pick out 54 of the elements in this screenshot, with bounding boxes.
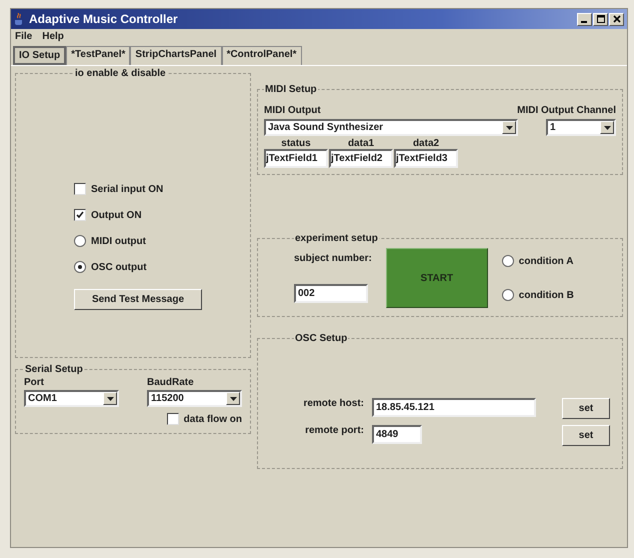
subject-number-field[interactable]: 002: [294, 284, 368, 303]
coffee-cup-icon: [14, 12, 24, 26]
menu-item[interactable]: File: [15, 31, 32, 42]
tab[interactable]: StripChartsPanel: [130, 46, 222, 65]
channel-dropdown[interactable]: 1: [546, 119, 616, 136]
midi-output-label: MIDI Output: [264, 105, 321, 116]
port-label: Port: [24, 377, 45, 388]
set-button[interactable]: set: [562, 425, 610, 446]
option-label: Serial input ON: [91, 184, 164, 194]
field-label: remote port:: [304, 425, 364, 436]
checkbox[interactable]: [74, 183, 86, 195]
minimize-icon[interactable]: [577, 12, 592, 26]
maximize-icon[interactable]: [593, 12, 608, 26]
input-field[interactable]: 4849: [372, 425, 422, 444]
panel-title: Serial Setup: [24, 364, 84, 375]
baud-rate-label: BaudRate: [147, 377, 195, 388]
subject-number-label: subject number:: [294, 253, 372, 264]
field-label: status: [281, 138, 311, 149]
checkbox[interactable]: [166, 413, 179, 425]
option-label: MIDI output: [91, 236, 146, 246]
midi-output-dropdown[interactable]: Java Sound Synthesizer: [264, 119, 518, 136]
radio-button[interactable]: [502, 289, 514, 301]
port-dropdown[interactable]: COM1: [24, 390, 119, 407]
input-field[interactable]: jTextField3: [394, 149, 458, 168]
option-label: Output ON: [91, 210, 142, 220]
tab[interactable]: *ControlPanel*: [222, 46, 302, 65]
tab[interactable]: *TestPanel*: [66, 46, 130, 65]
radio-button[interactable]: [74, 261, 86, 273]
field-label: data2: [412, 138, 440, 149]
input-field[interactable]: jTextField2: [329, 149, 393, 168]
start-button[interactable]: START: [386, 248, 488, 308]
checkbox[interactable]: [74, 209, 86, 221]
panel-title: experiment setup: [294, 233, 379, 244]
radio-button[interactable]: [502, 255, 514, 267]
option-label: condition B: [518, 290, 574, 300]
set-button[interactable]: set: [562, 398, 610, 419]
option-label: OSC output: [91, 262, 147, 272]
field-label: data1: [348, 138, 374, 149]
panel-title: MIDI Setup: [264, 84, 318, 95]
tab[interactable]: IO Setup: [13, 46, 66, 65]
baud-rate-dropdown[interactable]: 115200: [147, 390, 242, 407]
panel-title: OSC Setup: [294, 333, 348, 344]
channel-label: MIDI Output Channel: [517, 105, 616, 116]
option-label: condition A: [518, 256, 574, 266]
field-label: remote host:: [302, 398, 364, 409]
menu-item[interactable]: Help: [42, 31, 64, 42]
input-field[interactable]: 18.85.45.121: [372, 398, 536, 417]
close-icon[interactable]: [609, 12, 624, 26]
radio-button[interactable]: [74, 235, 86, 247]
panel-title: io enable & disable: [74, 68, 167, 79]
send-test-message-button[interactable]: Send Test Message: [74, 289, 202, 310]
input-field[interactable]: jTextField1: [264, 149, 328, 168]
option-label: data flow on: [184, 414, 242, 424]
window-title: Adaptive Music Controller: [29, 12, 179, 26]
